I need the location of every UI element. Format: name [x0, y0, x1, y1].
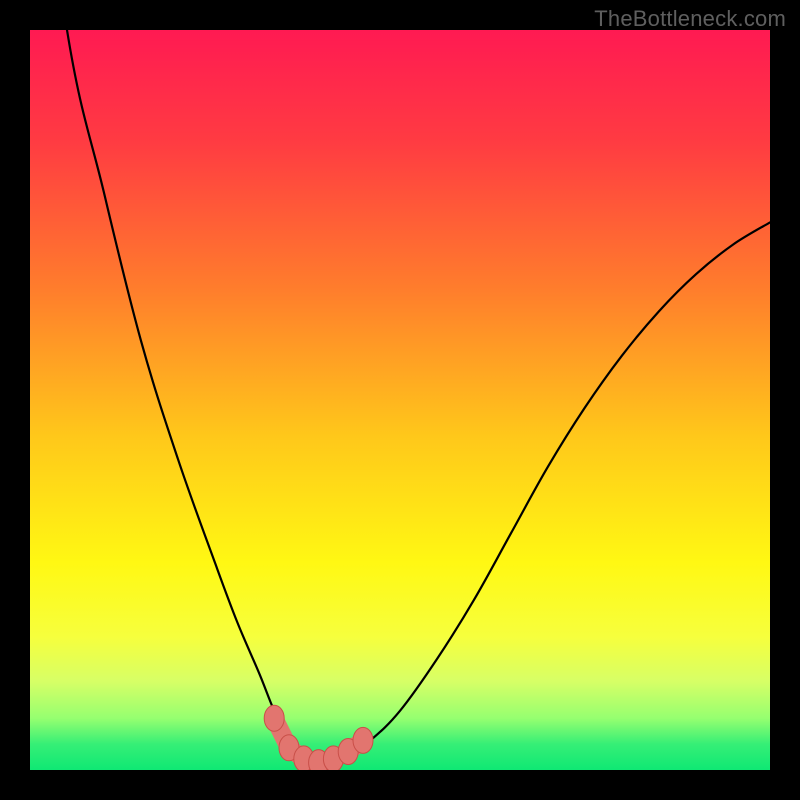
curve-marker	[264, 705, 284, 731]
plot-area	[30, 30, 770, 770]
curve-marker	[353, 727, 373, 753]
watermark-text: TheBottleneck.com	[594, 6, 786, 32]
outer-frame: TheBottleneck.com	[0, 0, 800, 800]
bottleneck-curve	[30, 30, 770, 770]
